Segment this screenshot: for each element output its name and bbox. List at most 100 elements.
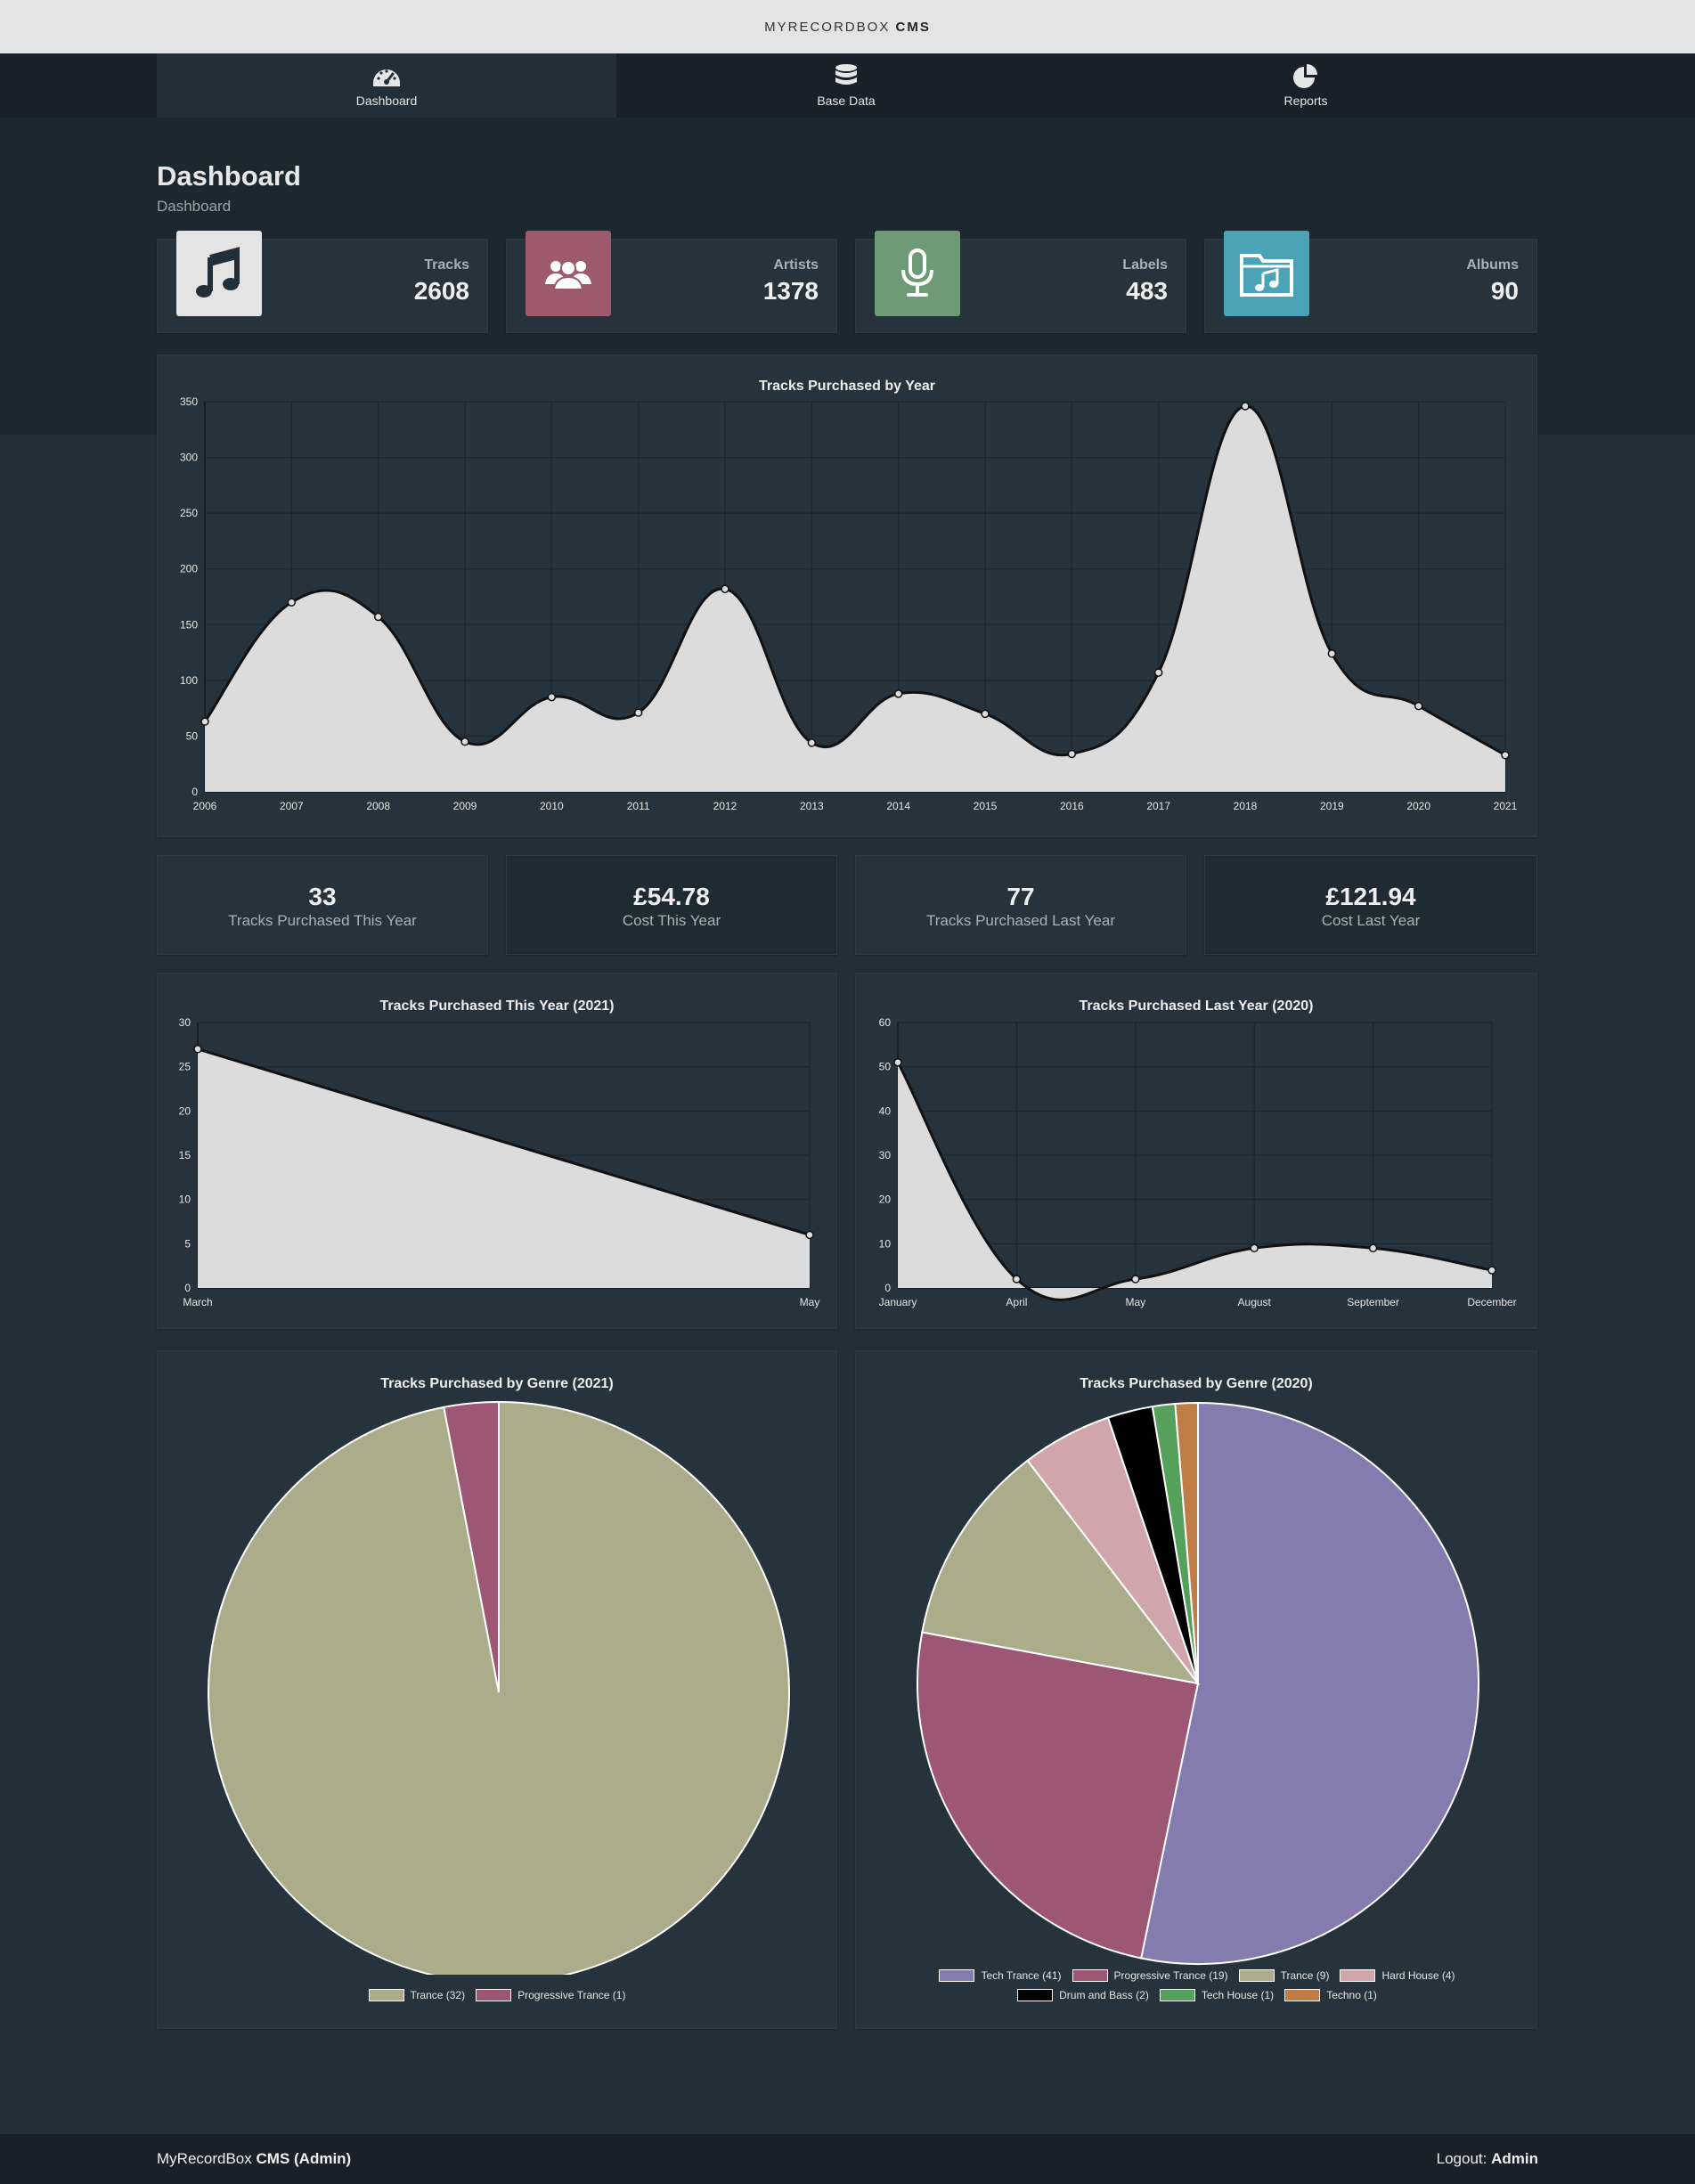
- stat-card-labels[interactable]: Labels 483: [855, 231, 1186, 333]
- logout-label: Logout:: [1436, 2150, 1487, 2167]
- kpi-value-cost-last-year: £121.94: [1325, 883, 1416, 910]
- genre-2020-legend-item[interactable]: Tech House (1): [1159, 1985, 1275, 2005]
- genre-2020-legend-item[interactable]: Trance (9): [1238, 1966, 1330, 1985]
- logout-link[interactable]: Logout: Admin: [1437, 2150, 1538, 2168]
- genre-2021-legend-label: Progressive Trance (1): [517, 1989, 626, 2001]
- genre-2020-legend-label: Techno (1): [1326, 1989, 1377, 2001]
- genre-2020-legend-item[interactable]: Hard House (4): [1340, 1966, 1455, 1985]
- last-year-y-tick-label: 40: [879, 1104, 892, 1117]
- genre-2020-legend-swatch: [1238, 1969, 1275, 1982]
- by-year-y-tick-label: 250: [180, 507, 198, 519]
- pie-chart-icon: [1293, 64, 1317, 88]
- brand-suffix: CMS: [895, 19, 931, 35]
- by-year-data-point: [633, 708, 643, 717]
- by-year-y-tick-label: 150: [180, 618, 198, 631]
- by-year-data-point: [981, 709, 990, 719]
- kpi-card-cost-this-year: £54.78 Cost This Year: [506, 855, 837, 955]
- by-year-y-tick-label: 100: [180, 674, 198, 687]
- chart-card-genre-2020: Tracks Purchased by Genre (2020) Tech Tr…: [855, 1350, 1537, 2029]
- line-chart-last-year[interactable]: 0 10 20 30 40 50 60 January April May August Septem…: [856, 974, 1538, 1330]
- by-year-data-point: [1414, 701, 1423, 711]
- stat-label-albums: Albums: [1466, 257, 1519, 273]
- main-nav: Dashboard Base Data Reports: [0, 53, 1695, 118]
- kpi-label-tracks-this-year: Tracks Purchased This Year: [228, 912, 417, 929]
- genre-2020-legend-item[interactable]: Drum and Bass (2): [1017, 1985, 1149, 2005]
- stat-value-labels: 483: [1126, 277, 1168, 305]
- by-year-data-point: [1241, 402, 1250, 411]
- stat-card-tracks[interactable]: Tracks 2608: [157, 231, 488, 333]
- this-year-y-tick-label: 5: [184, 1237, 191, 1250]
- microphone-icon: [901, 249, 933, 297]
- database-icon: [835, 64, 857, 85]
- stat-label-labels: Labels: [1122, 257, 1168, 273]
- nav-dashboard[interactable]: Dashboard: [157, 53, 616, 118]
- by-year-x-tick-label: 2013: [800, 800, 824, 812]
- genre-2021-legend-swatch: [476, 1989, 512, 2001]
- by-year-x-tick-label: 2011: [627, 800, 650, 812]
- last-year-x-tick-label: April: [1006, 1296, 1027, 1308]
- genre-2020-legend-label: Progressive Trance (19): [1113, 1969, 1228, 1982]
- by-year-y-tick-label: 300: [180, 452, 198, 464]
- nav-reports[interactable]: Reports: [1076, 53, 1536, 118]
- genre-2020-legend-label: Trance (9): [1280, 1969, 1330, 1982]
- chart-card-by-year: Tracks Purchased by Year 0 50 100 150 200 250…: [157, 354, 1537, 837]
- last-year-x-tick-label: September: [1347, 1296, 1399, 1308]
- footer-app-bold: CMS (Admin): [256, 2150, 352, 2167]
- breadcrumb: Dashboard: [157, 198, 232, 215]
- by-year-data-point: [721, 584, 729, 593]
- kpi-value-tracks-last-year: 77: [1006, 883, 1035, 910]
- by-year-x-tick-label: 2012: [713, 800, 737, 812]
- by-year-x-tick-label: 2009: [453, 800, 477, 812]
- genre-2020-legend-item[interactable]: Tech Trance (41): [939, 1966, 1062, 1985]
- by-year-data-point: [287, 598, 297, 607]
- music-folder-icon: [1240, 254, 1293, 297]
- stat-icon-labels: [875, 231, 960, 316]
- last-year-data-point: [1250, 1243, 1259, 1253]
- genre-2021-legend-item[interactable]: Trance (32): [368, 1985, 466, 2005]
- genre-2021-legend-item[interactable]: Progressive Trance (1): [476, 1985, 625, 2005]
- stat-card-artists[interactable]: Artists 1378: [506, 231, 837, 333]
- this-year-y-tick-label: 20: [179, 1104, 192, 1117]
- by-year-data-point: [1153, 668, 1163, 677]
- kpi-card-cost-last-year: £121.94 Cost Last Year: [1204, 855, 1537, 955]
- genre-2020-legend-label: Tech Trance (41): [981, 1969, 1062, 1982]
- footer: MyRecordBox CMS (Admin) Logout: Admin: [0, 2134, 1695, 2184]
- pie-chart-genre-2021[interactable]: [158, 1351, 838, 1975]
- footer-app-light: MyRecordBox: [157, 2150, 252, 2167]
- last-year-y-tick-label: 50: [879, 1061, 892, 1073]
- by-year-y-tick-label: 0: [192, 786, 198, 798]
- stat-card-albums[interactable]: Albums 90: [1204, 231, 1537, 333]
- this-year-y-tick-label: 0: [184, 1282, 191, 1294]
- this-year-data-point: [805, 1230, 814, 1240]
- genre-2020-legend-item[interactable]: Progressive Trance (19): [1072, 1966, 1228, 1985]
- last-year-x-tick-label: May: [1125, 1296, 1145, 1308]
- stat-icon-artists: [526, 231, 611, 316]
- nav-reports-label: Reports: [1283, 94, 1328, 108]
- app-brand[interactable]: MYRECORDBOX CMS: [764, 20, 931, 35]
- this-year-data-point: [193, 1045, 202, 1054]
- last-year-x-tick-label: August: [1238, 1296, 1272, 1308]
- stat-value-artists: 1378: [762, 277, 819, 305]
- genre-2021-legend-label: Trance (32): [410, 1989, 466, 2001]
- by-year-x-tick-label: 2020: [1406, 800, 1430, 812]
- stat-label-artists: Artists: [773, 257, 819, 273]
- last-year-y-tick-label: 10: [879, 1237, 892, 1250]
- page-title: Dashboard: [157, 160, 301, 192]
- by-year-data-point: [1501, 750, 1510, 760]
- genre-2020-legend-swatch: [1284, 1989, 1321, 2001]
- nav-base-data[interactable]: Base Data: [616, 53, 1076, 118]
- this-year-x-tick-label: March: [183, 1296, 212, 1308]
- genre-2020-legend-label: Tech House (1): [1201, 1989, 1275, 2001]
- pie-chart-genre-2020[interactable]: [856, 1351, 1538, 1966]
- brand-name: MYRECORDBOX: [764, 19, 891, 35]
- genre-2020-legend-item[interactable]: Techno (1): [1284, 1985, 1377, 2005]
- last-year-y-tick-label: 20: [879, 1194, 892, 1206]
- by-year-x-tick-label: 2018: [1234, 800, 1258, 812]
- line-chart-by-year[interactable]: 0 50 100 150 200 250 300 350 2006 2007 2008 2009 201…: [158, 355, 1538, 838]
- line-chart-this-year[interactable]: 0 5 10 15 20 25 30 March May: [158, 974, 838, 1330]
- by-year-x-tick-label: 2010: [540, 800, 564, 812]
- by-year-data-point: [373, 612, 383, 622]
- this-year-area: [198, 1048, 810, 1288]
- genre-2020-legend-swatch: [939, 1969, 975, 1982]
- this-year-y-tick-label: 25: [179, 1061, 192, 1073]
